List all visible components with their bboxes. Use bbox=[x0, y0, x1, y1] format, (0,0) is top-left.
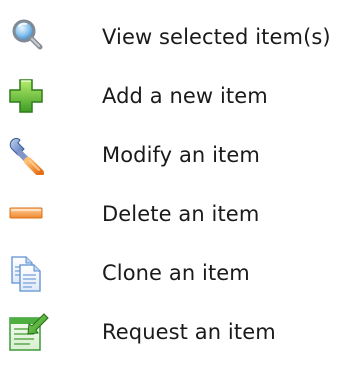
magnifier-icon bbox=[4, 17, 52, 57]
legend-row-view: View selected item(s) bbox=[0, 17, 358, 57]
legend-label-add: Add a new item bbox=[102, 84, 268, 108]
legend-label-clone: Clone an item bbox=[102, 261, 250, 285]
clone-icon bbox=[4, 253, 52, 293]
legend-label-modify: Modify an item bbox=[102, 143, 260, 167]
legend-label-delete: Delete an item bbox=[102, 202, 260, 226]
legend-row-request: Request an item bbox=[0, 312, 358, 352]
legend-label-view: View selected item(s) bbox=[102, 25, 331, 49]
legend-row-delete: Delete an item bbox=[0, 194, 358, 234]
legend-row-add: Add a new item bbox=[0, 76, 358, 116]
request-icon bbox=[4, 312, 52, 352]
legend-row-modify: Modify an item bbox=[0, 135, 358, 175]
minus-icon bbox=[4, 194, 52, 234]
legend-row-clone: Clone an item bbox=[0, 253, 358, 293]
plus-icon bbox=[4, 76, 52, 116]
wrench-icon bbox=[4, 135, 52, 175]
toolbar-legend: View selected item(s) Add a new item Mod… bbox=[0, 0, 358, 370]
legend-label-request: Request an item bbox=[102, 320, 276, 344]
